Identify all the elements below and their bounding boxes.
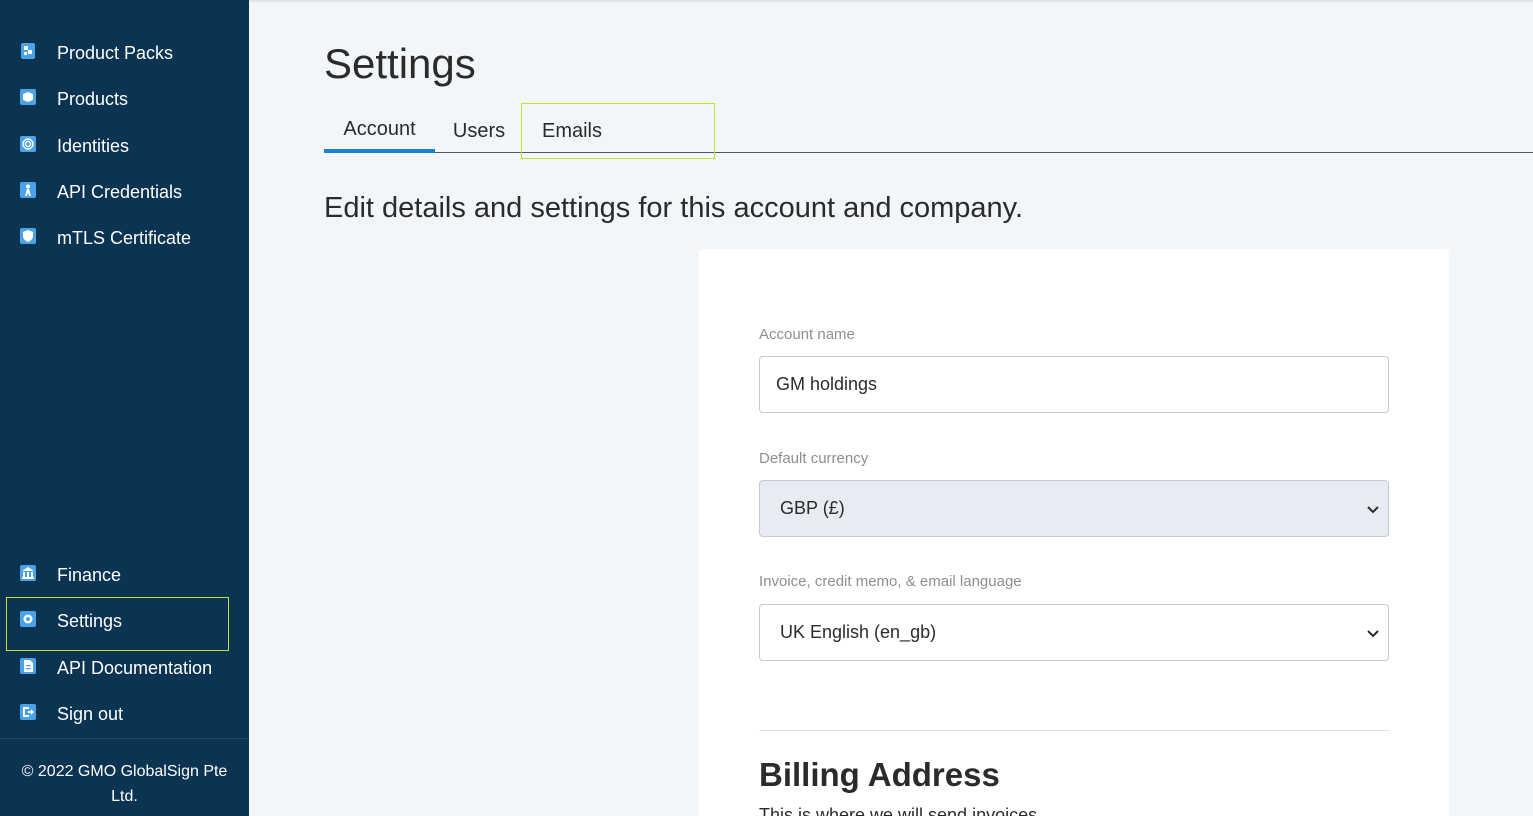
sidebar-item-api-credentials[interactable]: API Credentials [0, 169, 249, 215]
sidebar-item-api-documentation[interactable]: API Documentation [0, 645, 249, 691]
section-divider [759, 730, 1390, 731]
shield-icon [20, 228, 36, 244]
emails-highlight-box [521, 103, 715, 159]
package-icon [21, 43, 35, 59]
chevron-down-icon [1367, 505, 1379, 513]
account-settings-card: Account name GM holdings Default currenc… [699, 249, 1449, 816]
sidebar-item-mtls-certificate[interactable]: mTLS Certificate [0, 215, 249, 261]
tab-account[interactable]: Account [324, 110, 435, 153]
sign-out-icon [20, 704, 36, 720]
sidebar-item-label: Product Packs [57, 42, 174, 63]
key-person-icon [20, 182, 36, 198]
sidebar: Product Packs Products Identities API Cr… [0, 0, 249, 816]
sidebar-item-label: Identities [57, 135, 130, 156]
currency-value: GBP (£) [780, 498, 845, 518]
sidebar-divider [0, 738, 249, 739]
sidebar-item-label: Products [57, 88, 129, 109]
sidebar-item-label: API Credentials [57, 181, 183, 202]
document-icon [20, 658, 36, 674]
account-name-label: Account name [759, 326, 855, 343]
language-label: Invoice, credit memo, & email language [759, 573, 1022, 590]
sidebar-item-products[interactable]: Products [0, 76, 249, 122]
language-value: UK English (en_gb) [780, 622, 937, 642]
sidebar-item-identities[interactable]: Identities [0, 123, 249, 169]
page-subtitle: Edit details and settings for this accou… [324, 192, 1024, 224]
settings-highlight-box [6, 597, 229, 651]
currency-select[interactable]: GBP (£) [759, 480, 1389, 537]
sidebar-item-label: Finance [57, 564, 122, 585]
sidebar-item-label: Sign out [57, 703, 124, 724]
bank-icon [20, 565, 36, 581]
sidebar-item-product-packs[interactable]: Product Packs [0, 30, 249, 76]
chevron-down-icon [1367, 629, 1379, 637]
box-icon [20, 89, 36, 105]
tab-bar: Account Users Emails [324, 103, 1533, 159]
sidebar-item-finance[interactable]: Finance [0, 552, 249, 598]
page-title: Settings [324, 40, 476, 87]
account-name-value: GM holdings [776, 374, 878, 394]
main-content: Settings Account Users Emails Edit detai… [249, 0, 1533, 816]
language-select[interactable]: UK English (en_gb) [759, 604, 1389, 661]
sidebar-item-sign-out[interactable]: Sign out [0, 691, 249, 737]
currency-label: Default currency [759, 450, 869, 467]
sidebar-item-label: mTLS Certificate [57, 227, 192, 248]
account-name-input[interactable]: GM holdings [759, 356, 1389, 413]
billing-address-title: Billing Address [759, 756, 1000, 793]
copyright-text: © 2022 GMO GlobalSign Pte Ltd. [21, 763, 228, 805]
billing-address-description: This is where we will send invoices. [759, 805, 1043, 816]
tab-users[interactable]: Users [442, 110, 516, 152]
fingerprint-icon [20, 136, 36, 152]
sidebar-item-label: API Documentation [57, 657, 213, 678]
